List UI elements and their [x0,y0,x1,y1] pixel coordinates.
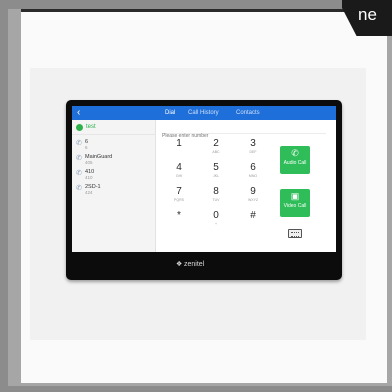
frame-right-border [387,9,392,386]
chevron-left-icon[interactable]: ‹ [77,107,80,119]
audio-call-button[interactable]: ✆ Audio Call [280,146,310,174]
keyboard-icon[interactable] [288,229,302,238]
key-letters: ghi [175,174,183,178]
key-digit: 1 [176,138,182,149]
key-letters: jkl [212,174,220,178]
phone-icon: ✆ [76,155,82,162]
video-camera-icon: ▣ [290,191,300,201]
key-digit: 5 [213,162,219,173]
key-digit: 9 [250,186,256,197]
key-digit: 8 [213,186,219,197]
key-hash[interactable]: # [236,210,270,234]
audio-call-label: Audio Call [283,160,307,166]
key-letters: def [249,150,257,154]
key-digit: 3 [250,138,256,149]
key-digit: 0 [213,210,219,221]
list-item[interactable]: ✆ 2SD-1 424 [72,182,156,199]
tab-dial[interactable]: Dial [165,109,175,117]
key-star[interactable]: * [162,210,196,234]
key-digit: 4 [176,162,182,173]
video-call-label: Video Call [283,203,307,209]
key-digit: 6 [250,162,256,173]
dial-number-field[interactable] [162,124,326,139]
key-digit: 2 [213,138,219,149]
key-9[interactable]: 9 wxyz [236,186,270,210]
tab-call-history[interactable]: Call History [188,109,219,117]
current-user-name: test [86,124,96,130]
key-digit: 7 [176,186,182,197]
zenitel-logo-icon: ❖ [176,261,183,268]
brand-logo-text: zenitel [184,261,205,268]
intercom-device: ‹ Dial Call History Contacts test ✆ 6 6 … [66,100,342,280]
key-3[interactable]: 3 def [236,138,270,162]
top-navigation-bar: ‹ Dial Call History Contacts [72,106,336,120]
key-letters: wxyz [247,198,259,202]
key-letters: mno [248,174,258,178]
phone-icon: ✆ [76,185,82,192]
list-item-number: 405 [85,160,93,165]
phone-icon: ✆ [291,148,299,158]
current-user-row: test [72,120,156,135]
key-1[interactable]: 1 [162,138,196,162]
status-dot-icon [76,124,83,131]
recent-calls-sidebar: test ✆ 6 6 ✆ MainGuard 405 ✆ 410 410 ✆ 2… [72,120,156,252]
key-letters: tuv [212,198,220,202]
key-8[interactable]: 8 tuv [199,186,233,210]
video-call-button[interactable]: ▣ Video Call [280,189,310,217]
key-2[interactable]: 2 abc [199,138,233,162]
list-item-number: 424 [85,190,93,195]
key-letters: + [214,222,218,226]
phone-icon: ✆ [76,140,82,147]
phone-icon: ✆ [76,170,82,177]
list-item-number: 6 [85,145,88,150]
key-6[interactable]: 6 mno [236,162,270,186]
key-4[interactable]: 4 ghi [162,162,196,186]
key-letters: pqrs [174,198,184,202]
key-7[interactable]: 7 pqrs [162,186,196,210]
key-0[interactable]: 0 + [199,210,233,234]
key-digit: # [250,210,256,221]
device-screen: ‹ Dial Call History Contacts test ✆ 6 6 … [72,106,336,252]
frame-top-border [8,9,353,12]
key-letters: abc [212,150,220,154]
tab-contacts[interactable]: Contacts [236,109,260,117]
frame-bottom-border [8,383,392,386]
key-digit: * [177,210,181,221]
list-item-number: 410 [85,175,93,180]
frame-left-border [8,9,21,386]
key-5[interactable]: 5 jkl [199,162,233,186]
